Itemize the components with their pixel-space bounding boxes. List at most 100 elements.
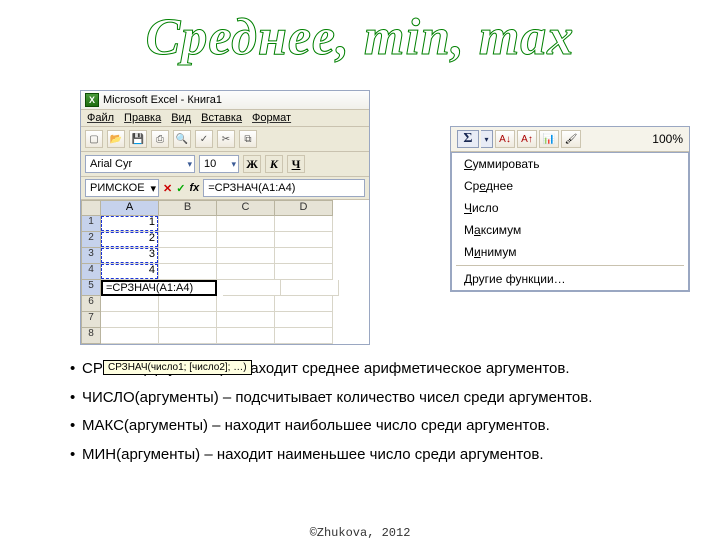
menu-count[interactable]: Число — [452, 197, 688, 219]
cell[interactable] — [275, 216, 333, 232]
menu-insert[interactable]: Вставка — [201, 112, 242, 124]
select-all-corner[interactable] — [81, 200, 101, 216]
autosum-chevron-icon[interactable]: ▾ — [481, 130, 493, 148]
name-box-value: РИМСКОЕ — [90, 182, 145, 194]
cell[interactable] — [101, 296, 159, 312]
cell[interactable] — [275, 232, 333, 248]
row-header[interactable]: 1 — [81, 216, 101, 232]
cell[interactable] — [159, 216, 217, 232]
cell[interactable] — [159, 296, 217, 312]
cell[interactable] — [275, 264, 333, 280]
row-header[interactable]: 8 — [81, 328, 101, 344]
cell[interactable] — [101, 328, 159, 344]
cell[interactable] — [217, 264, 275, 280]
col-header-d[interactable]: D — [275, 200, 333, 216]
cell[interactable] — [223, 280, 281, 296]
col-header-a[interactable]: A — [101, 200, 159, 216]
spreadsheet-grid[interactable]: A B C D 11 22 33 44 5=СРЗНАЧ(A1:A4) 6 7 … — [81, 200, 369, 344]
spell-icon[interactable]: ✓ — [195, 130, 213, 148]
formatting-toolbar: Arial Cyr ▾ 10 ▾ Ж К Ч — [81, 152, 369, 177]
cell[interactable] — [275, 328, 333, 344]
titlebar: X Microsoft Excel - Книга1 — [81, 91, 369, 110]
underline-button[interactable]: Ч — [287, 155, 305, 173]
row-header[interactable]: 6 — [81, 296, 101, 312]
menu-view[interactable]: Вид — [171, 112, 191, 124]
cell[interactable] — [217, 232, 275, 248]
copyright: ©Zhukova, 2012 — [0, 526, 720, 540]
cell[interactable] — [217, 216, 275, 232]
row-header[interactable]: 2 — [81, 232, 101, 248]
cell[interactable]: 2 — [101, 232, 159, 248]
menu-max[interactable]: Максимум — [452, 219, 688, 241]
cell[interactable]: 3 — [101, 248, 159, 264]
cell[interactable] — [217, 248, 275, 264]
cancel-icon[interactable]: ✕ — [163, 182, 172, 195]
font-name-value: Arial Cyr — [90, 158, 132, 170]
cell[interactable] — [159, 328, 217, 344]
font-size-combo[interactable]: 10 ▾ — [199, 155, 239, 173]
name-box[interactable]: РИМСКОЕ ▾ — [85, 179, 159, 197]
autosum-button[interactable]: Σ — [457, 130, 479, 148]
bold-button[interactable]: Ж — [243, 155, 261, 173]
row-header[interactable]: 4 — [81, 264, 101, 280]
menubar: Файл Правка Вид Вставка Формат — [81, 110, 369, 127]
italic-button[interactable]: К — [265, 155, 283, 173]
formula-bar: РИМСКОЕ ▾ ✕ ✓ fx =СРЗНАЧ(A1:A4) — [81, 177, 369, 200]
col-header-c[interactable]: C — [217, 200, 275, 216]
cell[interactable] — [217, 328, 275, 344]
cell[interactable] — [159, 232, 217, 248]
formula-text: =СРЗНАЧ(A1:A4) — [208, 182, 295, 194]
cell[interactable] — [275, 296, 333, 312]
excel-app-icon: X — [85, 93, 99, 107]
cell[interactable]: 1 — [101, 216, 159, 232]
sort-asc-icon[interactable]: A↓ — [495, 130, 515, 148]
menu-edit[interactable]: Правка — [124, 112, 161, 124]
menu-min[interactable]: Минимум — [452, 241, 688, 263]
drawing-icon[interactable]: 🖌 — [561, 130, 581, 148]
cell[interactable] — [275, 248, 333, 264]
slide-title: Среднее, min, max — [0, 8, 720, 67]
open-icon[interactable]: 📂 — [107, 130, 125, 148]
copy-icon[interactable]: ⧉ — [239, 130, 257, 148]
cut-icon[interactable]: ✂ — [217, 130, 235, 148]
new-icon[interactable]: ▢ — [85, 130, 103, 148]
font-size-value: 10 — [204, 158, 216, 170]
sort-desc-icon[interactable]: A↑ — [517, 130, 537, 148]
formula-input[interactable]: =СРЗНАЧ(A1:A4) — [203, 179, 365, 197]
zoom-value[interactable]: 100% — [652, 132, 683, 146]
col-header-b[interactable]: B — [159, 200, 217, 216]
cell[interactable] — [159, 264, 217, 280]
cell[interactable]: 4 — [101, 264, 159, 280]
cell[interactable] — [159, 248, 217, 264]
autosum-toolbar: Σ ▾ A↓ A↑ 📊 🖌 100% Суммировать Среднее Ч… — [450, 126, 690, 292]
chevron-down-icon: ▾ — [187, 159, 192, 170]
cell-editing[interactable]: =СРЗНАЧ(A1:A4) — [101, 280, 217, 296]
cell[interactable] — [159, 312, 217, 328]
font-name-combo[interactable]: Arial Cyr ▾ — [85, 155, 195, 173]
enter-icon[interactable]: ✓ — [176, 182, 185, 195]
cell[interactable] — [281, 280, 339, 296]
row-header[interactable]: 3 — [81, 248, 101, 264]
bullet-min: МИН(аргументы) – находит наименьшее числ… — [70, 441, 700, 470]
row-header[interactable]: 7 — [81, 312, 101, 328]
menu-separator — [456, 265, 684, 266]
print-icon[interactable]: ⎙ — [151, 130, 169, 148]
chart-icon[interactable]: 📊 — [539, 130, 559, 148]
preview-icon[interactable]: 🔍 — [173, 130, 191, 148]
cell[interactable] — [101, 312, 159, 328]
cell[interactable] — [275, 312, 333, 328]
menu-file[interactable]: Файл — [87, 112, 114, 124]
row-header[interactable]: 5 — [81, 280, 101, 296]
range-highlight — [101, 264, 158, 279]
excel-window: X Microsoft Excel - Книга1 Файл Правка В… — [80, 90, 370, 345]
save-icon[interactable]: 💾 — [129, 130, 147, 148]
cell[interactable] — [217, 312, 275, 328]
menu-sum[interactable]: Суммировать — [452, 153, 688, 175]
range-highlight — [101, 232, 158, 247]
fx-icon[interactable]: fx — [189, 182, 199, 194]
menu-more[interactable]: Другие функции… — [452, 268, 688, 290]
cell[interactable] — [217, 296, 275, 312]
menu-format[interactable]: Формат — [252, 112, 291, 124]
chevron-down-icon: ▾ — [231, 159, 236, 170]
menu-average[interactable]: Среднее — [452, 175, 688, 197]
